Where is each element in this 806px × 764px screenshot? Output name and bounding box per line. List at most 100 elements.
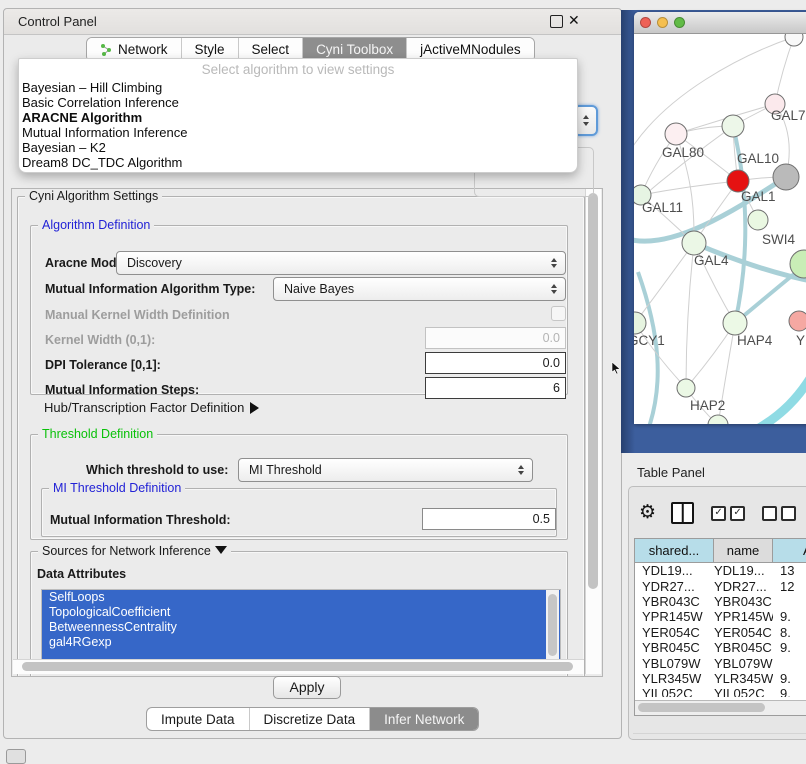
- cyni-settings-group-title: Cyni Algorithm Settings: [25, 189, 162, 203]
- node-label-HAP2: HAP2: [690, 398, 725, 413]
- table-cell: YER054C: [714, 625, 773, 640]
- control-panel-title: Control Panel: [18, 14, 97, 29]
- node-label-HAP4: HAP4: [737, 333, 773, 348]
- network-edge[interactable]: [752, 372, 806, 424]
- collapse-down-icon[interactable]: [215, 546, 227, 554]
- settings-vertical-scrollbar[interactable]: [585, 189, 601, 674]
- node-GCY1[interactable]: [634, 312, 646, 334]
- table-row[interactable]: YPR145WYPR145W9.: [635, 609, 806, 624]
- algorithm-option[interactable]: Bayesian – Hill Climbing: [19, 81, 577, 96]
- zoom-traffic-icon[interactable]: [674, 17, 685, 28]
- table-row[interactable]: YLR345WYLR345W9.: [635, 671, 806, 686]
- attributes-scrollbar[interactable]: [546, 590, 559, 659]
- table-body: YDL19...YDL19...13YDR27...YDR27...12YBR0…: [635, 563, 806, 697]
- node-GAL4[interactable]: [682, 231, 706, 255]
- table-row[interactable]: YBR043CYBR043C: [635, 594, 806, 609]
- table-cell: 12: [773, 579, 806, 594]
- hub-definition-toggle[interactable]: Hub/Transcription Factor Definition: [44, 400, 259, 415]
- bottom-tab-impute-data[interactable]: Impute Data: [147, 708, 250, 730]
- algorithm-option[interactable]: Bayesian – K2: [19, 141, 577, 156]
- algorithm-dropdown-list: Bayesian – Hill ClimbingBasic Correlatio…: [19, 81, 577, 170]
- manual-kernel-label: Manual Kernel Width Definition: [45, 308, 230, 322]
- aracne-mode-select[interactable]: Discovery: [116, 251, 566, 275]
- node-Y-node[interactable]: [789, 311, 806, 331]
- column-header-shared[interactable]: shared...: [635, 539, 714, 562]
- table-cell: YBR043C: [635, 594, 714, 609]
- attribute-item[interactable]: gal4RGexp: [42, 635, 560, 650]
- which-threshold-select[interactable]: MI Threshold: [238, 458, 533, 482]
- node-GAL80[interactable]: [665, 123, 687, 145]
- threshold-definition-title: Threshold Definition: [38, 427, 157, 441]
- network-edge[interactable]: [638, 272, 658, 424]
- network-window-titlebar[interactable]: [634, 12, 806, 34]
- node-corner[interactable]: [785, 34, 803, 46]
- table-row[interactable]: YBR045CYBR045C9.: [635, 640, 806, 655]
- table-row[interactable]: YBL079WYBL079W: [635, 655, 806, 670]
- algorithm-option[interactable]: Basic Correlation Inference: [19, 96, 577, 111]
- sources-group-title: Sources for Network Inference: [38, 544, 231, 558]
- kernel-width-label: Kernel Width (0,1):: [45, 333, 155, 347]
- network-edge[interactable]: [686, 243, 694, 388]
- table-cell: YBL079W: [714, 656, 773, 671]
- close-icon[interactable]: ✕: [568, 12, 579, 23]
- select-all-columns-icon[interactable]: ✓✓: [711, 506, 745, 521]
- table-cell: YBR045C: [714, 640, 773, 655]
- attribute-item[interactable]: SelfLoops: [42, 590, 560, 605]
- table-cell: 9.: [773, 686, 806, 697]
- close-traffic-icon[interactable]: [640, 17, 651, 28]
- data-attributes-label: Data Attributes: [37, 567, 126, 581]
- node-bottom-cut[interactable]: [708, 415, 728, 424]
- table-cell: 8.: [773, 625, 806, 640]
- table-cell: YLR345W: [635, 671, 714, 686]
- node-GAL10[interactable]: [722, 115, 744, 137]
- float-window-icon[interactable]: [550, 15, 563, 28]
- settings-horizontal-scrollbar[interactable]: [13, 659, 584, 674]
- node-gray-node[interactable]: [773, 164, 799, 190]
- gear-icon[interactable]: ⚙: [639, 503, 656, 523]
- table-row[interactable]: YIL052CYIL052C9.: [635, 686, 806, 697]
- bottom-tab-infer-network[interactable]: Infer Network: [370, 708, 478, 730]
- bottom-tab-discretize-data[interactable]: Discretize Data: [250, 708, 371, 730]
- network-view-window[interactable]: GAL7GAL80GAL10GAL1GAL11SWI4GAL4GCY1HAP4Y…: [634, 12, 806, 424]
- table-row[interactable]: YER054CYER054C8.: [635, 625, 806, 640]
- table-cell: YLR345W: [714, 671, 773, 686]
- algorithm-dropdown: Select algorithm to view settings Bayesi…: [18, 58, 578, 173]
- table-cell: YPR145W: [635, 609, 714, 624]
- column-header-name[interactable]: name: [714, 539, 773, 562]
- kernel-width-field[interactable]: 0.0: [425, 327, 566, 349]
- minimize-traffic-icon[interactable]: [657, 17, 668, 28]
- table-cell: YDL19...: [635, 563, 714, 578]
- algorithm-option[interactable]: Dream8 DC_TDC Algorithm: [19, 156, 577, 171]
- table-row[interactable]: YDR27...YDR27...12: [635, 578, 806, 593]
- columns-icon[interactable]: [671, 502, 694, 524]
- table-cell: YIL052C: [635, 686, 714, 697]
- algorithm-option[interactable]: Mutual Information Inference: [19, 126, 577, 141]
- node-HAP4[interactable]: [723, 311, 747, 335]
- table-cell: YER054C: [635, 625, 714, 640]
- network-canvas[interactable]: GAL7GAL80GAL10GAL1GAL11SWI4GAL4GCY1HAP4Y…: [634, 34, 806, 424]
- table-row[interactable]: YDL19...YDL19...13: [635, 563, 806, 578]
- node-table: shared... name A YDL19...YDL19...13YDR27…: [634, 538, 806, 716]
- combo-spinner-icon: [513, 465, 529, 475]
- table-cell: 9.: [773, 671, 806, 686]
- settings-viewport: Cyni Algorithm Settings Algorithm Defini…: [11, 188, 603, 677]
- apply-button[interactable]: Apply: [273, 676, 341, 699]
- algorithm-option[interactable]: ARACNE Algorithm: [19, 111, 577, 126]
- deselect-all-columns-icon[interactable]: [762, 506, 796, 521]
- data-attributes-list[interactable]: SelfLoopsTopologicalCoefficientBetweenne…: [41, 589, 561, 662]
- node-HAP2[interactable]: [677, 379, 695, 397]
- mi-algorithm-type-select[interactable]: Naive Bayes: [273, 277, 566, 301]
- node-label-GAL4: GAL4: [694, 253, 729, 268]
- manual-kernel-checkbox[interactable]: [551, 306, 566, 321]
- mi-algorithm-type-label: Mutual Information Algorithm Type:: [45, 282, 255, 296]
- table-panel: ⚙ ✓✓ shared... name A YDL19...YDL19...13…: [628, 486, 806, 740]
- bottom-tab-bar: Impute DataDiscretize DataInfer Network: [146, 707, 479, 731]
- column-header-partial[interactable]: A: [773, 539, 806, 562]
- mi-threshold-field[interactable]: 0.5: [422, 508, 556, 530]
- dpi-tolerance-field[interactable]: 0.0: [425, 352, 566, 374]
- table-horizontal-scrollbar[interactable]: [635, 700, 806, 715]
- mi-steps-field[interactable]: 6: [425, 377, 566, 399]
- node-SWI4[interactable]: [748, 210, 768, 230]
- attribute-item[interactable]: BetweennessCentrality: [42, 620, 560, 635]
- attribute-item[interactable]: TopologicalCoefficient: [42, 605, 560, 620]
